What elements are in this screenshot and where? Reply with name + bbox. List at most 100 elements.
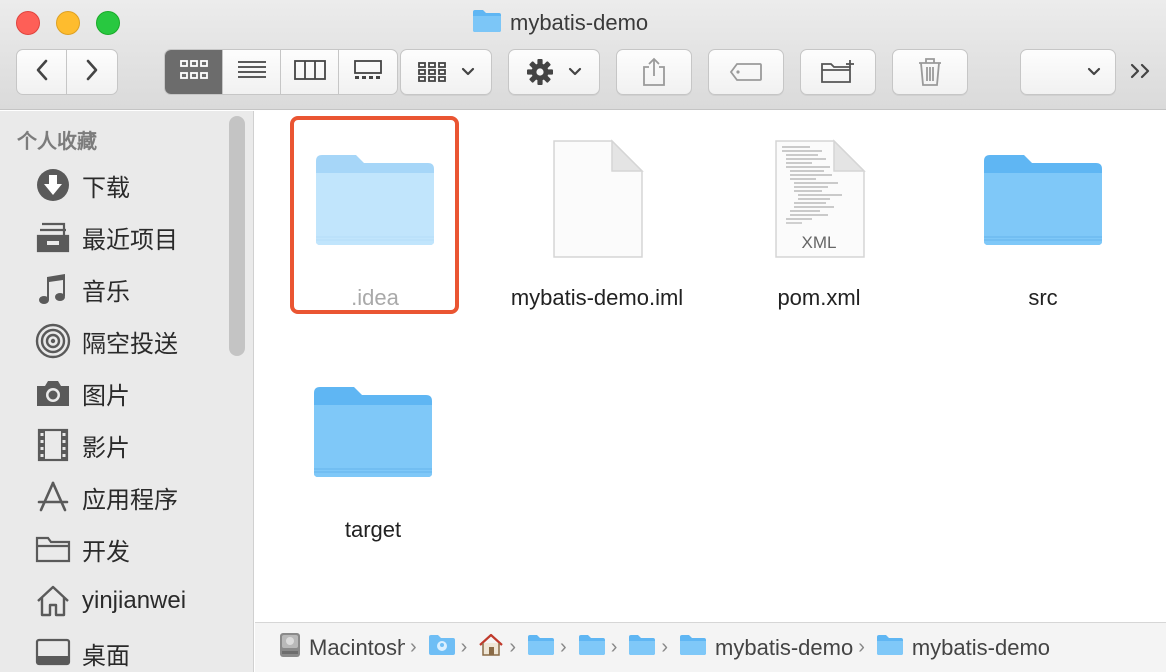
file-name: mybatis-demo.iml — [510, 285, 684, 310]
file-item[interactable]: mybatis-demo.iml — [497, 129, 697, 329]
gallery-view-button[interactable] — [339, 50, 397, 94]
xml-document-icon: XML — [719, 129, 919, 269]
back-button[interactable] — [17, 50, 67, 94]
window-title-text: mybatis-demo — [510, 10, 649, 35]
path-crumb-mybatis-demo[interactable]: mybatis-demo — [679, 634, 853, 662]
file-item[interactable]: src — [943, 129, 1143, 329]
folder-icon — [472, 9, 502, 38]
sidebar-item-label: 最近项目 — [82, 226, 178, 254]
path-crumb-label: mybatis-demo — [715, 634, 854, 660]
trash-icon — [917, 57, 943, 87]
sidebar-item-music[interactable]: 音乐 — [34, 269, 130, 309]
file-name: target — [344, 517, 402, 542]
share-button[interactable] — [616, 49, 692, 95]
path-crumb-folder[interactable] — [578, 634, 606, 662]
desktop-icon — [34, 634, 72, 672]
file-item[interactable]: XML pom.xml — [719, 129, 919, 329]
path-crumb-mybatis-demo-current[interactable]: mybatis-demo — [876, 634, 1050, 662]
folder-icon — [679, 634, 707, 662]
path-crumb-home[interactable] — [478, 633, 504, 663]
sidebar-scrollbar[interactable] — [229, 116, 245, 356]
gallery-view-icon — [353, 59, 383, 86]
path-separator: › — [661, 636, 669, 658]
search-scope-dropdown[interactable] — [1020, 49, 1116, 95]
folder-icon — [628, 634, 656, 662]
sidebar-item-home[interactable]: yinjianwei — [34, 581, 186, 621]
trash-button[interactable] — [892, 49, 968, 95]
home-icon — [34, 582, 72, 620]
path-crumb-folder[interactable] — [527, 634, 555, 662]
finder-window: mybatis-demo 个人收藏 下载 最近项目 音乐 隔空投送 图片 影片 … — [0, 0, 1166, 672]
path-separator: › — [460, 636, 468, 658]
user-folder-icon — [428, 634, 456, 662]
close-window-button[interactable] — [16, 11, 40, 35]
folder-icon — [527, 634, 555, 662]
path-separator: › — [560, 636, 567, 658]
path-separator: › — [509, 636, 517, 658]
new-folder-button[interactable] — [800, 49, 876, 95]
icon-view-icon — [179, 59, 209, 86]
folder-icon — [34, 530, 72, 568]
list-view-button[interactable] — [223, 50, 281, 94]
sidebar-item-airdrop[interactable]: 隔空投送 — [34, 321, 178, 361]
column-view-button[interactable] — [281, 50, 339, 94]
folder-icon — [943, 129, 1143, 269]
group-by-button[interactable] — [400, 49, 492, 95]
sidebar-item-label: 隔空投送 — [82, 330, 178, 358]
folder-icon — [275, 129, 475, 269]
new-folder-icon — [820, 59, 856, 85]
tag-button[interactable] — [708, 49, 784, 95]
file-browser: .idea mybatis-demo.iml XML pom.xml src t… — [255, 111, 1166, 621]
double-chevron-right-icon — [1128, 61, 1154, 86]
path-crumb-users[interactable] — [428, 634, 456, 662]
sidebar-item-label: yinjianwei — [82, 587, 187, 614]
toolbar-overflow-button[interactable] — [1126, 58, 1156, 88]
window-title: mybatis-demo — [472, 8, 648, 38]
sidebar-item-pictures[interactable]: 图片 — [34, 373, 130, 413]
folder-icon — [273, 361, 473, 501]
column-view-icon — [293, 59, 326, 86]
applications-icon — [34, 478, 72, 516]
sidebar-item-label: 图片 — [82, 382, 130, 410]
navigation-buttons — [16, 49, 118, 95]
share-icon — [641, 57, 667, 87]
title-bar: mybatis-demo — [0, 0, 1166, 110]
path-crumb-folder[interactable] — [628, 634, 656, 662]
zoom-window-button[interactable] — [96, 11, 120, 35]
music-icon — [34, 270, 72, 308]
file-item[interactable]: .idea — [275, 129, 475, 329]
sidebar-item-develop[interactable]: 开发 — [34, 529, 130, 569]
sidebar-item-label: 桌面 — [82, 642, 130, 670]
sidebar-item-movies[interactable]: 影片 — [34, 425, 130, 465]
forward-button[interactable] — [67, 50, 117, 94]
path-separator: › — [858, 636, 865, 658]
file-name: .idea — [351, 285, 399, 310]
path-crumb-disk[interactable]: Macintosh — [279, 632, 405, 664]
icon-view-button[interactable] — [165, 50, 223, 94]
sidebar-item-label: 下载 — [82, 174, 130, 202]
list-view-icon — [237, 59, 267, 86]
gear-icon — [526, 58, 554, 86]
tag-icon — [729, 62, 763, 82]
folder-icon — [578, 634, 606, 662]
sidebar-item-applications[interactable]: 应用程序 — [34, 477, 178, 517]
sidebar-item-downloads[interactable]: 下载 — [34, 165, 130, 205]
folder-icon — [876, 634, 904, 662]
film-icon — [34, 426, 72, 464]
file-name: pom.xml — [777, 285, 861, 310]
view-mode-selector — [164, 49, 398, 95]
file-item[interactable]: target — [273, 361, 473, 561]
download-icon — [34, 166, 72, 204]
sidebar-section-header: 个人收藏 — [17, 131, 97, 153]
chevron-down-icon — [461, 67, 475, 77]
action-button[interactable] — [508, 49, 600, 95]
disk-icon — [279, 632, 301, 664]
chevron-down-icon — [1087, 67, 1101, 77]
minimize-window-button[interactable] — [56, 11, 80, 35]
sidebar-item-label: 开发 — [82, 538, 130, 566]
path-separator: › — [410, 636, 417, 658]
sidebar-item-desktop[interactable]: 桌面 — [34, 633, 130, 672]
sidebar-item-label: 应用程序 — [82, 486, 178, 514]
sidebar-item-recents[interactable]: 最近项目 — [34, 217, 178, 257]
sidebar: 个人收藏 下载 最近项目 音乐 隔空投送 图片 影片 应用程序 开发 yinji… — [0, 111, 254, 672]
